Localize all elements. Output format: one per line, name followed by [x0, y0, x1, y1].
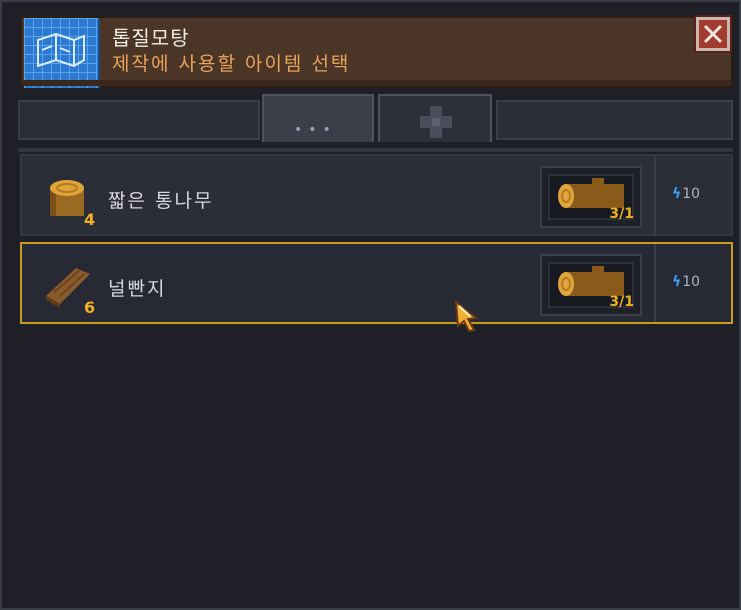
item-count: 4	[84, 210, 96, 229]
pointer-cursor-icon	[454, 300, 479, 332]
row-separator	[654, 244, 656, 322]
row-separator	[654, 156, 656, 234]
tab-bar: •••	[18, 94, 733, 146]
window-subtitle: 제작에 사용할 아이템 선택	[112, 53, 351, 75]
divider	[18, 148, 733, 152]
tab-bar-left-frame	[18, 100, 260, 140]
plus-icon	[420, 106, 452, 138]
tab-more[interactable]: •••	[262, 94, 374, 142]
close-icon	[703, 24, 723, 44]
blueprint-icon	[24, 18, 100, 88]
item-count: 6	[84, 298, 96, 317]
ingredient-slot[interactable]: 3/1	[540, 166, 642, 228]
window-header: 톱질모탕 제작에 사용할 아이템 선택	[20, 16, 733, 88]
ingredient-quantity: 3/1	[609, 294, 634, 310]
tab-add[interactable]	[378, 94, 492, 142]
close-button[interactable]	[694, 15, 732, 53]
ingredient-slot[interactable]: 3/1	[540, 254, 642, 316]
more-dots-icon: •••	[294, 122, 337, 138]
recipe-row-short-log[interactable]: 4 짧은 통나무 3/1 ϟ10	[20, 154, 733, 236]
energy-cost: ϟ10	[672, 274, 700, 290]
energy-icon: ϟ	[672, 186, 682, 202]
crafting-window: 톱질모탕 제작에 사용할 아이템 선택 ••• 4 짧은 통나무 3/1 ϟ10…	[0, 0, 741, 610]
energy-icon: ϟ	[672, 274, 682, 290]
tab-bar-right-frame	[496, 100, 733, 140]
energy-cost: ϟ10	[672, 186, 700, 202]
item-name: 짧은 통나무	[108, 190, 214, 212]
window-title: 톱질모탕	[112, 26, 190, 50]
energy-value: 10	[682, 186, 701, 202]
recipe-row-plank[interactable]: 6 널빤지 3/1 ϟ10	[20, 242, 733, 324]
ingredient-quantity: 3/1	[609, 206, 634, 222]
item-name: 널빤지	[108, 278, 167, 300]
energy-value: 10	[682, 274, 701, 290]
